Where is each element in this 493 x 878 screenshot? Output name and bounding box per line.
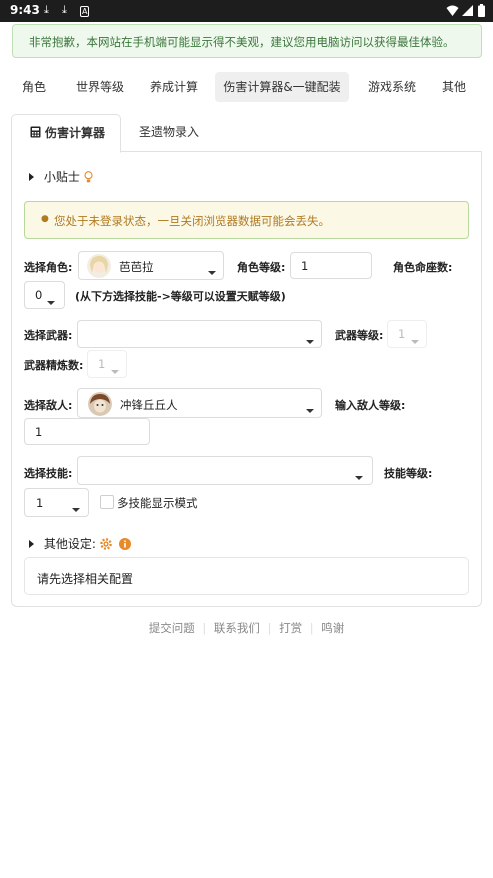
character-avatar	[87, 254, 111, 278]
footer-divider: |	[309, 621, 314, 635]
character-value: 芭芭拉	[119, 260, 154, 274]
chevron-down-icon	[306, 402, 314, 416]
weapon-level-value: 1	[398, 327, 406, 341]
constellation-label: 角色命座数:	[393, 261, 453, 274]
skill-level-label: 技能等级:	[384, 467, 433, 480]
enemy-label: 选择敌人:	[24, 399, 73, 412]
nav-tab-other[interactable]: 其他	[434, 72, 474, 102]
weapon-level-select[interactable]: 1	[387, 320, 427, 348]
refine-label: 武器精炼数:	[24, 359, 84, 372]
tips-label: 小贴士	[43, 170, 80, 184]
skill-select[interactable]	[77, 456, 373, 485]
enemy-level-input[interactable]: 1	[24, 418, 150, 445]
chevron-down-icon	[411, 333, 419, 347]
footer-links: 提交问题 | 联系我们 | 打赏 | 鸣谢	[0, 620, 493, 636]
caret-right-icon	[29, 173, 34, 181]
footer-link-thanks[interactable]: 鸣谢	[321, 621, 344, 635]
chevron-down-icon	[47, 294, 55, 308]
main-nav: 角色 世界等级 养成计算 伤害计算器&一键配装 游戏系统 其他	[10, 72, 486, 102]
nav-tab-growth-calc[interactable]: 养成计算	[142, 72, 206, 102]
char-level-input[interactable]: 1	[290, 252, 372, 279]
skill-level-value: 1	[36, 496, 44, 510]
refine-value: 1	[98, 357, 106, 371]
skill-level-select[interactable]: 1	[24, 488, 89, 517]
tab-artifact-entry[interactable]: 圣遗物录入	[139, 114, 199, 152]
nav-tab-damage-calculator[interactable]: 伤害计算器&一键配装	[215, 72, 349, 102]
tips-toggle[interactable]: 小贴士	[29, 168, 93, 185]
bullet-icon: ●	[41, 214, 49, 224]
result-box: 请先选择相关配置	[24, 557, 469, 595]
nav-tab-game-system[interactable]: 游戏系统	[360, 72, 424, 102]
footer-link-feedback[interactable]: 提交问题	[149, 621, 195, 635]
battery-icon	[478, 4, 485, 17]
char-level-value: 1	[301, 259, 309, 273]
constellation-value: 0	[35, 288, 43, 302]
chevron-down-icon	[111, 363, 119, 377]
other-settings-label: 其他设定:	[43, 537, 96, 551]
footer-divider: |	[267, 621, 272, 635]
gear-icon[interactable]	[99, 538, 112, 550]
calculator-icon	[30, 126, 41, 138]
character-select[interactable]: 芭芭拉	[78, 251, 224, 280]
a-box-icon: A	[80, 6, 90, 17]
info-icon[interactable]	[118, 538, 131, 550]
login-warning: ● 您处于未登录状态，一旦关闭浏览器数据可能会丢失。	[24, 201, 469, 239]
download-icon: ⤓	[62, 3, 67, 16]
status-time: 9:43	[10, 3, 40, 17]
weapon-select[interactable]	[77, 320, 322, 348]
enemy-select[interactable]: 冲锋丘丘人	[77, 388, 322, 418]
weapon-level-label: 武器等级:	[335, 329, 384, 342]
tab-damage-calculator-label: 伤害计算器	[45, 126, 106, 140]
status-bar: 9:43 ⤓ ⤓ A	[0, 0, 493, 22]
weapon-label: 选择武器:	[24, 329, 73, 342]
caret-right-icon	[29, 540, 34, 548]
enemy-value: 冲锋丘丘人	[120, 398, 178, 412]
chevron-down-icon	[306, 333, 314, 347]
multi-skill-checkbox[interactable]	[100, 495, 114, 509]
lightbulb-icon	[84, 171, 93, 183]
nav-tab-world-level[interactable]: 世界等级	[68, 72, 132, 102]
tab-damage-calculator[interactable]: 伤害计算器	[11, 114, 121, 153]
constellation-select[interactable]: 0	[24, 281, 65, 309]
chevron-down-icon	[208, 264, 216, 278]
result-text: 请先选择相关配置	[37, 572, 134, 586]
login-warning-text: 您处于未登录状态，一旦关闭浏览器数据可能会丢失。	[54, 214, 330, 228]
skill-label: 选择技能:	[24, 467, 73, 480]
chevron-down-icon	[355, 469, 363, 483]
other-settings-toggle[interactable]: 其他设定:	[29, 535, 131, 552]
chevron-down-icon	[72, 501, 80, 515]
signal-icon	[462, 5, 473, 16]
constellation-hint: (从下方选择技能->等级可以设置天赋等级)	[75, 290, 286, 303]
footer-link-donate[interactable]: 打赏	[279, 621, 302, 635]
footer-link-contact[interactable]: 联系我们	[214, 621, 260, 635]
char-level-label: 角色等级:	[237, 261, 286, 274]
footer-divider: |	[202, 621, 207, 635]
refine-select[interactable]: 1	[87, 350, 127, 378]
enemy-level-value: 1	[35, 425, 43, 439]
multi-skill-label: 多技能显示模式	[117, 496, 198, 510]
enemy-avatar	[88, 392, 112, 416]
character-label: 选择角色:	[24, 261, 73, 274]
enemy-level-label: 输入敌人等级:	[335, 399, 406, 412]
wifi-icon	[446, 5, 459, 16]
sub-tabs: 伤害计算器 圣遗物录入	[11, 114, 482, 153]
nav-tab-character[interactable]: 角色	[12, 72, 56, 102]
mobile-notice: 非常抱歉，本网站在手机端可能显示得不美观，建议您用电脑访问以获得最佳体验。	[12, 24, 482, 58]
download-icon: ⤓	[44, 3, 49, 16]
